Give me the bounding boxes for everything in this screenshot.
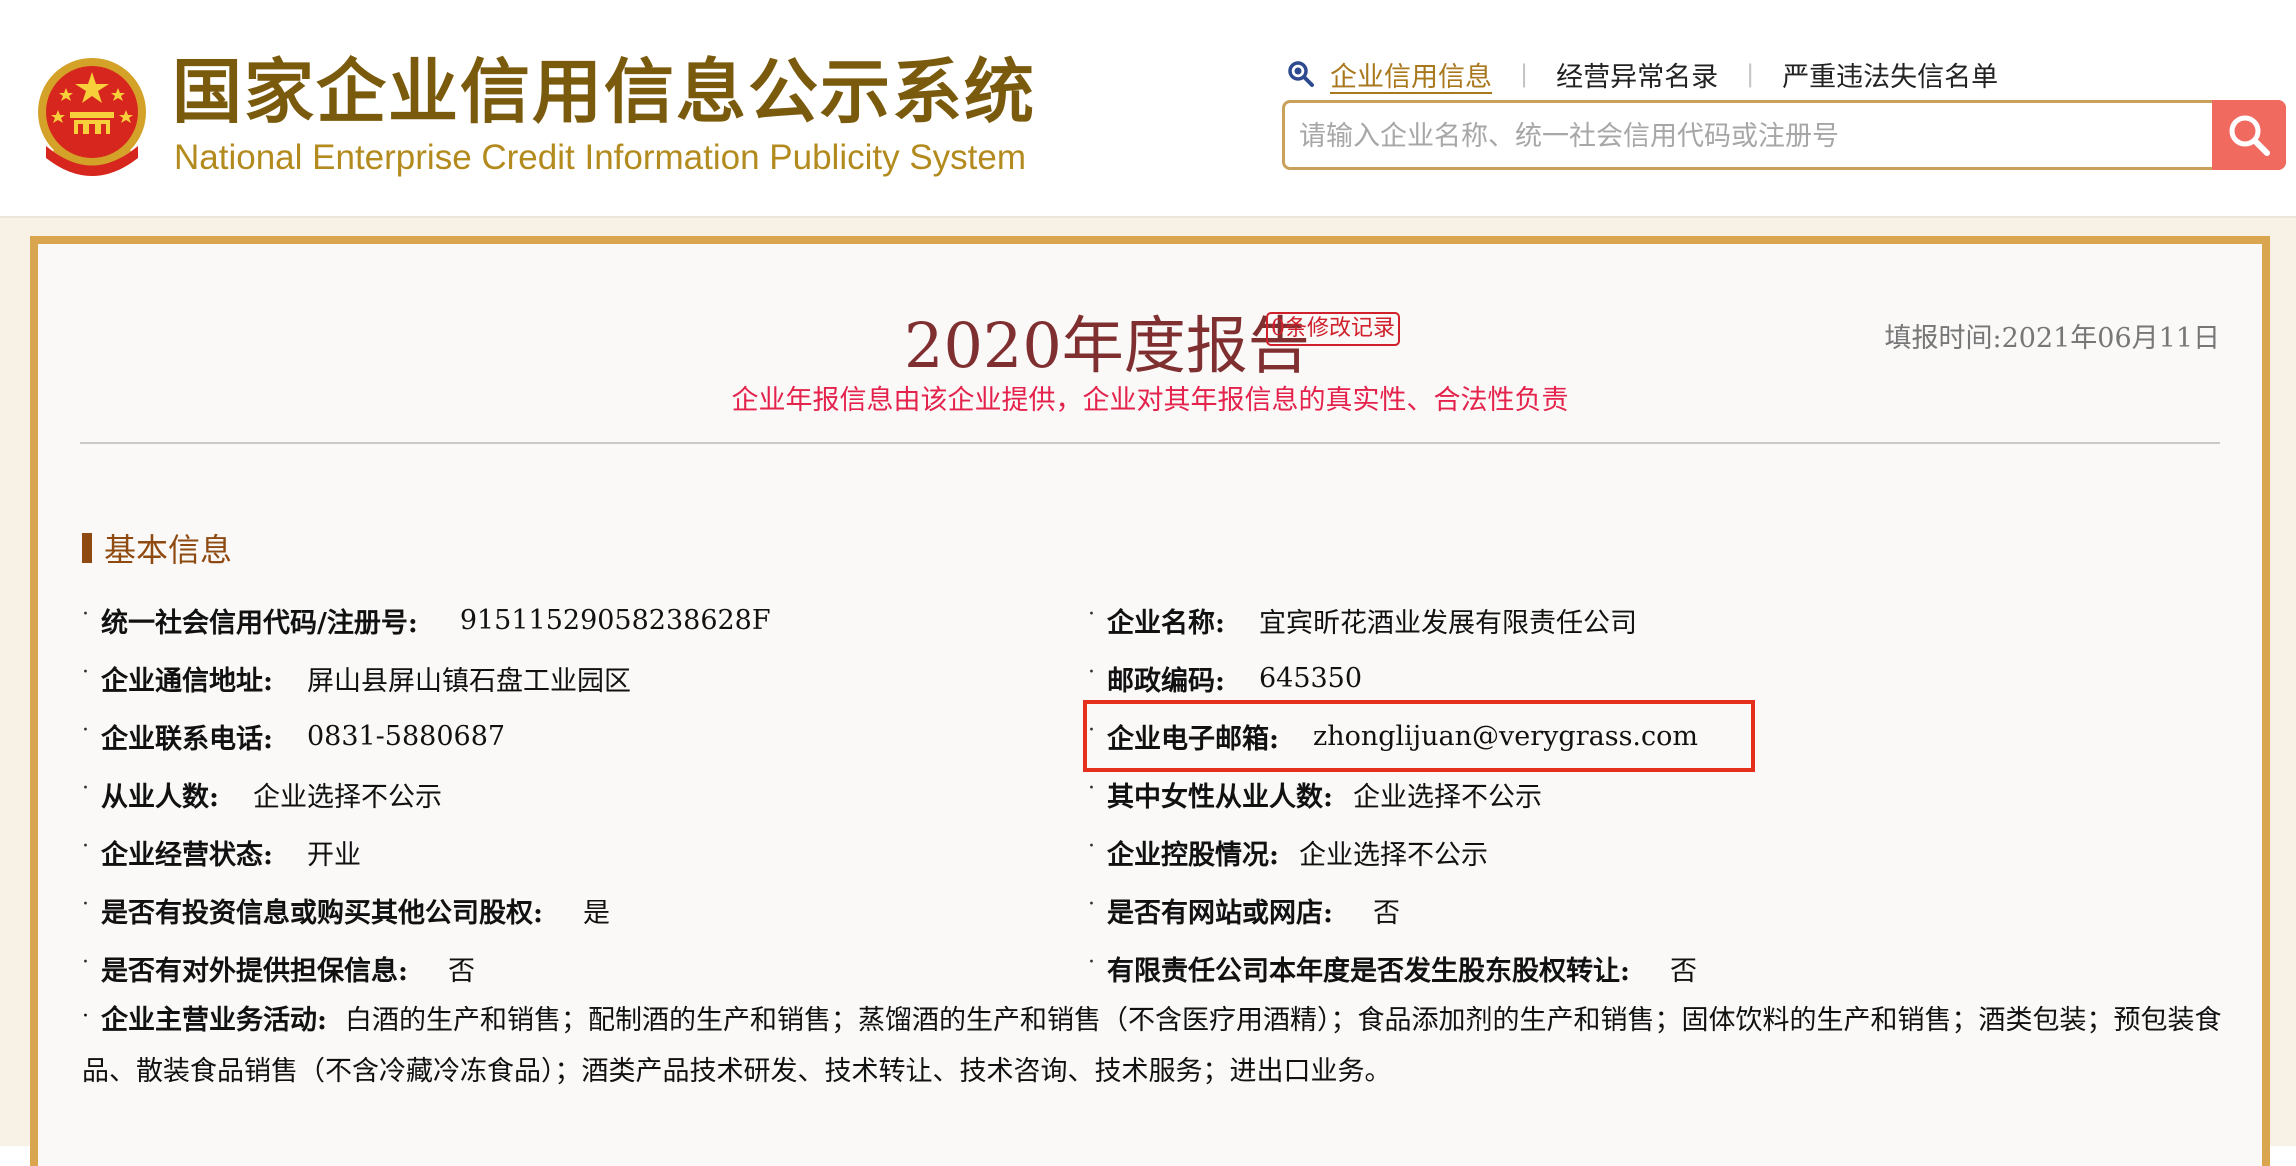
revision-records-badge[interactable]: 0条修改记录 [1266,312,1400,346]
field-label: 企业电子邮箱: [1107,723,1279,755]
bullet: · [82,717,89,743]
annual-report-panel: 2020年度报告 0条修改记录 填报时间:2021年06月11日 企业年报信息由… [30,236,2270,1166]
section-title-text: 基本信息 [104,531,233,569]
top-navigation: 企业信用信息 | 经营异常名录 | 严重违法失信名单 [1286,52,1998,96]
field-label: 企业通信地址: [101,665,273,697]
title-divider [80,442,2220,444]
field-label: 是否有投资信息或购买其他公司股权: [101,897,543,929]
field-label: 统一社会信用代码/注册号: [101,607,418,639]
field-label: 企业联系电话: [101,723,273,755]
bullet: · [1088,601,1095,627]
search-box [1282,100,2286,170]
field-business-scope: · 企业主营业务活动: 白酒的生产和销售；配制酒的生产和销售；蒸馏酒的生产和销售（不… [82,996,2242,1096]
field-label: 企业控股情况: [1107,839,1279,871]
field-phone: · 企业联系电话: 0831-5880687 [82,716,505,756]
bullet: · [1088,717,1095,743]
site-header: 国家企业信用信息公示系统 National Enterprise Credit … [0,0,2296,218]
field-operating-status: · 企业经营状态: 开业 [82,832,361,872]
field-employees: · 从业人数: 企业选择不公示 [82,774,442,814]
bullet: · [82,775,89,801]
field-label: 是否有网站或网店: [1107,897,1333,929]
field-label: 企业经营状态: [101,839,273,871]
field-holding: · 企业控股情况: 企业选择不公示 [1088,832,1488,872]
bullet: · [82,949,89,975]
field-label: 从业人数: [101,781,219,813]
field-value: 屏山县屏山镇石盘工业园区 [306,665,631,697]
field-company-name: · 企业名称: 宜宾昕花酒业发展有限责任公司 [1088,600,1637,640]
field-value: 0831-5880687 [306,720,506,752]
field-value: 企业选择不公示 [1298,839,1488,871]
field-label: 有限责任公司本年度是否发生股东股权转让: [1107,955,1630,987]
nav-separator: | [1520,60,1529,88]
fill-time: 填报时间:2021年06月11日 [1884,323,2220,354]
nav-separator: | [1746,60,1755,88]
field-value: 企业选择不公示 [252,781,442,813]
field-value: 企业选择不公示 [1352,781,1542,813]
field-value: 91511529058238628F [459,604,771,636]
bullet: · [82,659,89,685]
bullet: · [82,833,89,859]
field-value: 宜宾昕花酒业发展有限责任公司 [1258,607,1637,639]
field-label: 企业名称: [1107,607,1225,639]
field-label: 是否有对外提供担保信息: [101,955,408,987]
field-value: 白酒的生产和销售；配制酒的生产和销售；蒸馏酒的生产和销售（不含医疗用酒精）；食品… [82,1005,2222,1087]
bullet: · [1088,891,1095,917]
field-female-employees: · 其中女性从业人数: 企业选择不公示 [1088,774,1542,814]
field-postal-code: · 邮政编码: 645350 [1088,658,1362,698]
bullet: · [82,601,89,627]
field-value: 否 [1669,955,1697,987]
field-label: 企业主营业务活动: [101,1005,327,1036]
bullet: · [82,891,89,917]
field-value: 否 [447,955,475,987]
field-email: · 企业电子邮箱: zhonglijuan@verygrass.com [1088,716,1698,756]
field-website: · 是否有网站或网店: 否 [1088,890,1400,930]
search-icon [2229,115,2270,156]
site-subtitle: National Enterprise Credit Information P… [174,138,1027,177]
section-title: 基本信息 [82,528,233,569]
field-value: zhonglijuan@verygrass.com [1312,720,1698,752]
field-investment: · 是否有投资信息或购买其他公司股权: 是 [82,890,610,930]
report-title: 2020年度报告 [904,309,1310,382]
field-guarantee: · 是否有对外提供担保信息: 否 [82,948,475,988]
field-value: 开业 [306,839,361,871]
nav-abnormal-list[interactable]: 经营异常名录 [1556,55,1718,94]
bullet: · [1088,833,1095,859]
nav-blacklist[interactable]: 严重违法失信名单 [1782,55,1998,94]
field-address: · 企业通信地址: 屏山县屏山镇石盘工业园区 [82,658,631,698]
bullet: · [82,1004,89,1029]
report-disclaimer: 企业年报信息由该企业提供，企业对其年报信息的真实性、合法性负责 [731,385,1569,416]
bullet: · [1088,775,1095,801]
field-equity-transfer: · 有限责任公司本年度是否发生股东股权转让: 否 [1088,948,1697,988]
bullet: · [1088,949,1095,975]
field-value: 645350 [1258,662,1363,694]
national-emblem-icon [38,58,146,176]
bullet: · [1088,659,1095,685]
nav-enterprise-credit[interactable]: 企业信用信息 [1330,55,1492,94]
field-value: 是 [582,897,610,929]
field-label: 邮政编码: [1107,665,1225,697]
field-value: 否 [1372,897,1400,929]
magnifier-icon [1288,61,1314,87]
search-input[interactable] [1297,109,2201,163]
field-label: 其中女性从业人数: [1107,781,1333,813]
section-marker [82,533,92,563]
search-button[interactable] [2212,100,2286,170]
field-credit-code: · 统一社会信用代码/注册号: 91511529058238628F [82,600,771,640]
site-title: 国家企业信用信息公示系统 [172,51,1036,133]
